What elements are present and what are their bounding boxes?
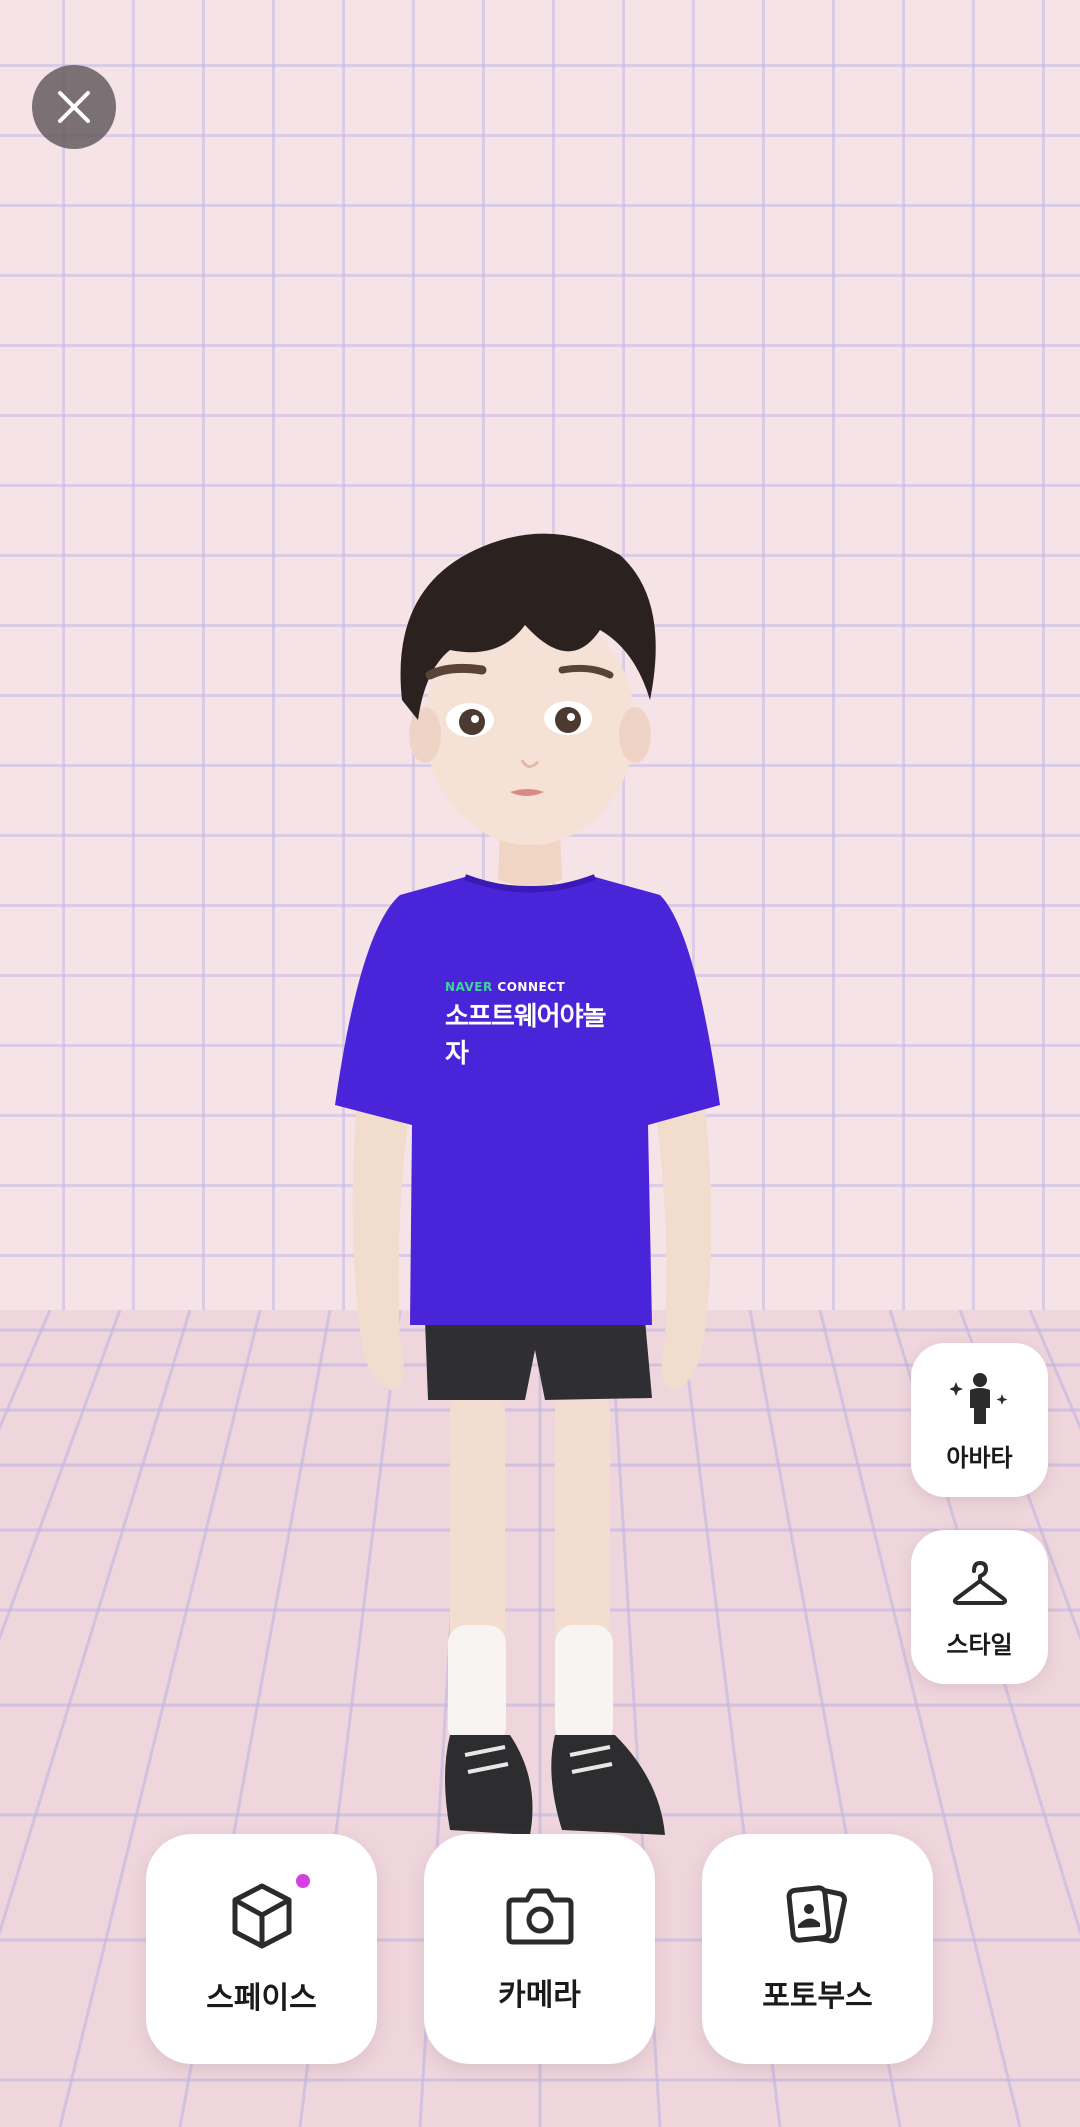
- style-button-label: 스타일: [946, 1630, 1013, 1659]
- photo-cards-icon: [786, 1885, 847, 1944]
- avatar-button[interactable]: 아바타: [911, 1343, 1048, 1497]
- space-button-label: 스페이스: [206, 1981, 317, 2016]
- shirt-print: NAVER CONNECT 소프트웨어야놀자: [445, 980, 625, 1070]
- shirt-slogan: 소프트웨어야놀자: [445, 1002, 606, 1069]
- close-icon: [58, 91, 90, 123]
- space-button[interactable]: 스페이스: [146, 1834, 377, 2064]
- shirt-brand-green: NAVER: [445, 980, 493, 994]
- camera-button[interactable]: 카메라: [424, 1834, 655, 2064]
- hanger-icon: [952, 1560, 1007, 1605]
- cube-icon: [232, 1883, 291, 1949]
- avatar-icon: [949, 1372, 1007, 1424]
- avatar-illustration: [335, 533, 720, 1835]
- photobooth-button[interactable]: 포토부스: [702, 1834, 933, 2064]
- photobooth-button-label: 포토부스: [762, 1979, 873, 2014]
- camera-button-label: 카메라: [498, 1978, 581, 2013]
- camera-icon: [506, 1888, 573, 1945]
- shirt-brand: NAVER CONNECT: [445, 980, 625, 994]
- style-button[interactable]: 스타일: [911, 1530, 1048, 1684]
- new-badge: [296, 1874, 310, 1888]
- close-button[interactable]: [32, 65, 116, 149]
- shirt-brand-white: CONNECT: [492, 980, 566, 994]
- avatar-button-label: 아바타: [946, 1443, 1013, 1472]
- avatar-figure[interactable]: NAVER CONNECT 소프트웨어야놀자: [300, 510, 760, 1850]
